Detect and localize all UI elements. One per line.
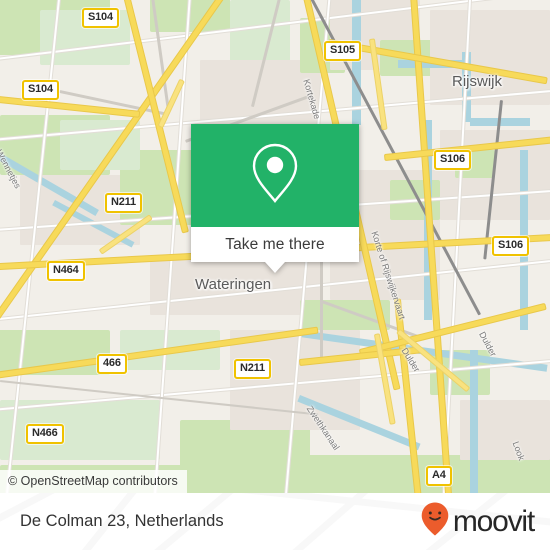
callout-icon-panel xyxy=(191,124,359,227)
road-shield: 466 xyxy=(97,354,127,374)
road-shield: N211 xyxy=(105,193,142,213)
map-pin-icon xyxy=(250,142,300,209)
road-shield: N466 xyxy=(26,424,64,444)
road-shield: S106 xyxy=(492,236,529,256)
road-shield: S104 xyxy=(82,8,119,28)
road-shield: A4 xyxy=(426,466,452,486)
address-label: De Colman 23, Netherlands xyxy=(20,512,224,530)
road-shield: S106 xyxy=(434,150,471,170)
take-me-there-callout[interactable]: Take me there xyxy=(191,124,359,273)
road-shield: N464 xyxy=(47,261,85,281)
road-shield: S105 xyxy=(324,41,361,61)
callout-label: Take me there xyxy=(225,235,325,253)
footer-bar: De Colman 23, Netherlands moovit xyxy=(0,493,550,550)
callout-tail xyxy=(265,262,285,273)
moovit-wordmark: moovit xyxy=(452,504,535,538)
osm-attribution[interactable]: © OpenStreetMap contributors xyxy=(0,470,187,493)
callout-action-panel[interactable]: Take me there xyxy=(191,227,359,262)
moovit-smiley-pin-icon xyxy=(421,502,449,541)
road-shield: S104 xyxy=(22,80,59,100)
moovit-logo[interactable]: moovit xyxy=(421,493,535,550)
moovit-map-screen: Wennetjes Korte of Rijswijkervaart Korteka… xyxy=(0,0,550,550)
road-shield: N211 xyxy=(234,359,271,379)
